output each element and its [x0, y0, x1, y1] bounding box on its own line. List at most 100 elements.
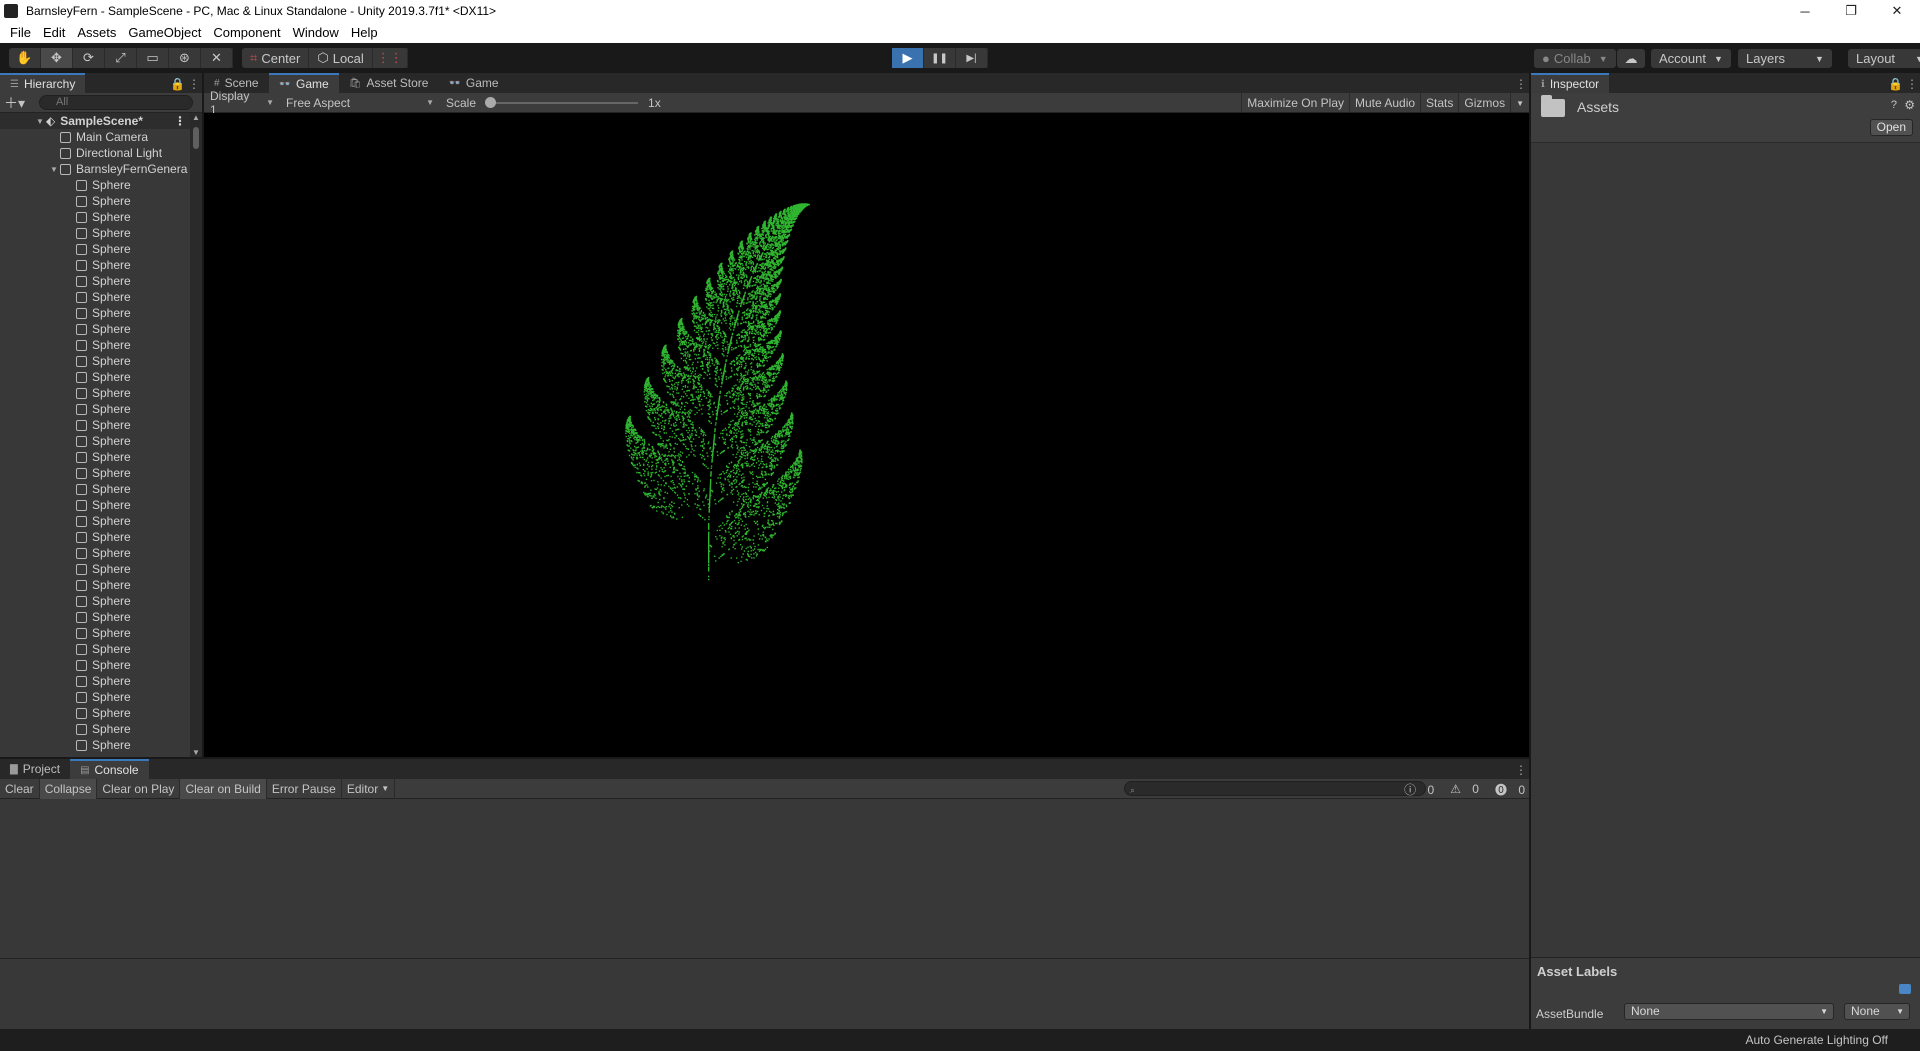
label-tag-icon[interactable] [1899, 984, 1911, 994]
console-search-input[interactable]: ⌕ [1124, 781, 1426, 796]
clear-on-play-toggle[interactable]: Clear on Play [97, 778, 181, 799]
hierarchy-item-sphere[interactable]: Sphere [0, 273, 190, 289]
hierarchy-item-sphere[interactable]: Sphere [0, 433, 190, 449]
error-pause-toggle[interactable]: Error Pause [267, 778, 342, 799]
hierarchy-item-sphere[interactable]: Sphere [0, 305, 190, 321]
tab-game[interactable]: 👓 Game [268, 73, 339, 93]
hierarchy-item-sphere[interactable]: Sphere [0, 737, 190, 753]
hierarchy-item-sphere[interactable]: Sphere [0, 593, 190, 609]
gizmos-toggle[interactable]: Gizmos [1458, 93, 1510, 113]
hierarchy-item-sphere[interactable]: Sphere [0, 193, 190, 209]
rect-icon[interactable]: ▭ [137, 48, 169, 68]
warning-count-toggle[interactable]: ⚠ 0 [1442, 782, 1479, 796]
lock-icon[interactable]: 🔒 [170, 77, 185, 91]
play-button[interactable]: ▶ [892, 48, 924, 68]
move-icon[interactable]: ✥ [41, 48, 73, 68]
tab-asset-store[interactable]: 🛍 Asset Store [339, 73, 439, 93]
hierarchy-item-sphere[interactable]: Sphere [0, 321, 190, 337]
help-icon[interactable]: ? [1891, 99, 1897, 111]
panel-menu-icon[interactable]: ⋮ [188, 77, 200, 91]
hierarchy-item-sphere[interactable]: Sphere [0, 529, 190, 545]
pivot-center-button[interactable]: ⌗ Center [242, 48, 310, 68]
assetbundle-select[interactable]: None ▼ [1624, 1003, 1834, 1020]
layout-dropdown[interactable]: Layout ▼ [1848, 49, 1920, 68]
scene-menu-icon[interactable]: ⋮ [174, 114, 186, 128]
hierarchy-item-sphere[interactable]: Sphere [0, 625, 190, 641]
hierarchy-item-sphere[interactable]: Sphere [0, 481, 190, 497]
hand-icon[interactable]: ✋ [9, 48, 41, 68]
custom-tool-icon[interactable]: ✕ [201, 48, 233, 68]
hierarchy-item-sphere[interactable]: Sphere [0, 497, 190, 513]
hierarchy-item-sphere[interactable]: Sphere [0, 577, 190, 593]
open-button[interactable]: Open [1869, 119, 1913, 136]
expand-arrow-icon[interactable]: ▼ [34, 117, 46, 126]
pause-button[interactable]: ❚❚ [924, 48, 956, 68]
hierarchy-item-sphere[interactable]: Sphere [0, 673, 190, 689]
hierarchy-item-sphere[interactable]: Sphere [0, 257, 190, 273]
hierarchy-item-sphere[interactable]: Sphere [0, 721, 190, 737]
assetbundle-variant-select[interactable]: None ▼ [1844, 1003, 1910, 1020]
stats-toggle[interactable]: Stats [1420, 93, 1458, 113]
hierarchy-item-sphere[interactable]: Sphere [0, 545, 190, 561]
hierarchy-item-sphere[interactable]: Sphere [0, 465, 190, 481]
pivot-local-button[interactable]: ⬡ Local [309, 48, 373, 68]
game-render-view[interactable] [204, 113, 1529, 757]
hierarchy-item-sphere[interactable]: Sphere [0, 241, 190, 257]
menu-help[interactable]: Help [345, 25, 384, 40]
hierarchy-item-sphere[interactable]: Sphere [0, 401, 190, 417]
scene-row[interactable]: ▼ ⬖ SampleScene* ⋮ [0, 113, 190, 129]
collapse-toggle[interactable]: Collapse [39, 778, 98, 799]
hierarchy-item-sphere[interactable]: Sphere [0, 689, 190, 705]
menu-gameobject[interactable]: GameObject [122, 25, 207, 40]
cloud-button[interactable]: ☁ [1617, 49, 1645, 68]
panel-menu-icon[interactable]: ⋮ [1515, 77, 1527, 91]
expand-arrow-icon[interactable]: ▼ [48, 165, 60, 174]
rotate-icon[interactable]: ⟳ [73, 48, 105, 68]
restore-button[interactable]: ❐ [1828, 0, 1874, 22]
tab-console[interactable]: ▤ Console [70, 759, 149, 779]
panel-menu-icon[interactable]: ⋮ [1906, 77, 1918, 91]
editor-dropdown[interactable]: Editor ▼ [342, 778, 396, 799]
tab-game-2[interactable]: 👓 Game [438, 73, 508, 93]
scale-slider-knob[interactable] [485, 96, 497, 108]
hierarchy-item-sphere[interactable]: Sphere [0, 177, 190, 193]
hierarchy-item-sphere[interactable]: Sphere [0, 513, 190, 529]
grid-snap-icon[interactable]: ⋮⋮ [373, 48, 408, 68]
create-add-icon[interactable]: ＋▾ [4, 93, 25, 113]
transform-icon[interactable]: ⊛ [169, 48, 201, 68]
menu-window[interactable]: Window [287, 25, 345, 40]
panel-menu-icon[interactable]: ⋮ [1515, 763, 1527, 777]
step-button[interactable]: ▶| [956, 48, 988, 68]
tab-project[interactable]: ▇ Project [0, 759, 70, 779]
hierarchy-item[interactable]: Main Camera [0, 129, 190, 145]
minimize-button[interactable]: ─ [1782, 0, 1828, 22]
tab-inspector[interactable]: ℹ Inspector [1531, 73, 1610, 93]
lock-icon[interactable]: 🔒 [1888, 77, 1903, 91]
hierarchy-item-sphere[interactable]: Sphere [0, 289, 190, 305]
log-count-toggle[interactable]: ⓘ 0 [1396, 781, 1434, 798]
collab-dropdown[interactable]: ● Collab ▼ [1534, 49, 1616, 68]
menu-edit[interactable]: Edit [37, 25, 71, 40]
hierarchy-item-sphere[interactable]: Sphere [0, 657, 190, 673]
gear-icon[interactable]: ⚙ [1904, 98, 1915, 112]
clear-on-build-toggle[interactable]: Clear on Build [180, 778, 267, 799]
display-dropdown[interactable]: Display 1 ▼ [204, 89, 280, 117]
hierarchy-item-sphere[interactable]: Sphere [0, 337, 190, 353]
hierarchy-item-sphere[interactable]: Sphere [0, 641, 190, 657]
account-dropdown[interactable]: Account ▼ [1651, 49, 1731, 68]
menu-component[interactable]: Component [207, 25, 286, 40]
mute-audio-toggle[interactable]: Mute Audio [1349, 93, 1420, 113]
scroll-down-icon[interactable]: ▼ [190, 748, 202, 757]
aspect-dropdown[interactable]: Free Aspect ▼ [280, 93, 440, 113]
hierarchy-item-sphere[interactable]: Sphere [0, 561, 190, 577]
hierarchy-item-sphere[interactable]: Sphere [0, 209, 190, 225]
gizmos-dropdown-icon[interactable]: ▼ [1510, 93, 1529, 113]
hierarchy-item-sphere[interactable]: Sphere [0, 417, 190, 433]
hierarchy-item[interactable]: ▼ BarnsleyFernGenera [0, 161, 190, 177]
menu-assets[interactable]: Assets [71, 25, 122, 40]
close-button[interactable]: ✕ [1874, 0, 1920, 22]
clear-button[interactable]: Clear [0, 778, 40, 799]
hierarchy-item-sphere[interactable]: Sphere [0, 705, 190, 721]
hierarchy-item-sphere[interactable]: Sphere [0, 385, 190, 401]
status-text[interactable]: Auto Generate Lighting Off [1745, 1033, 1888, 1047]
